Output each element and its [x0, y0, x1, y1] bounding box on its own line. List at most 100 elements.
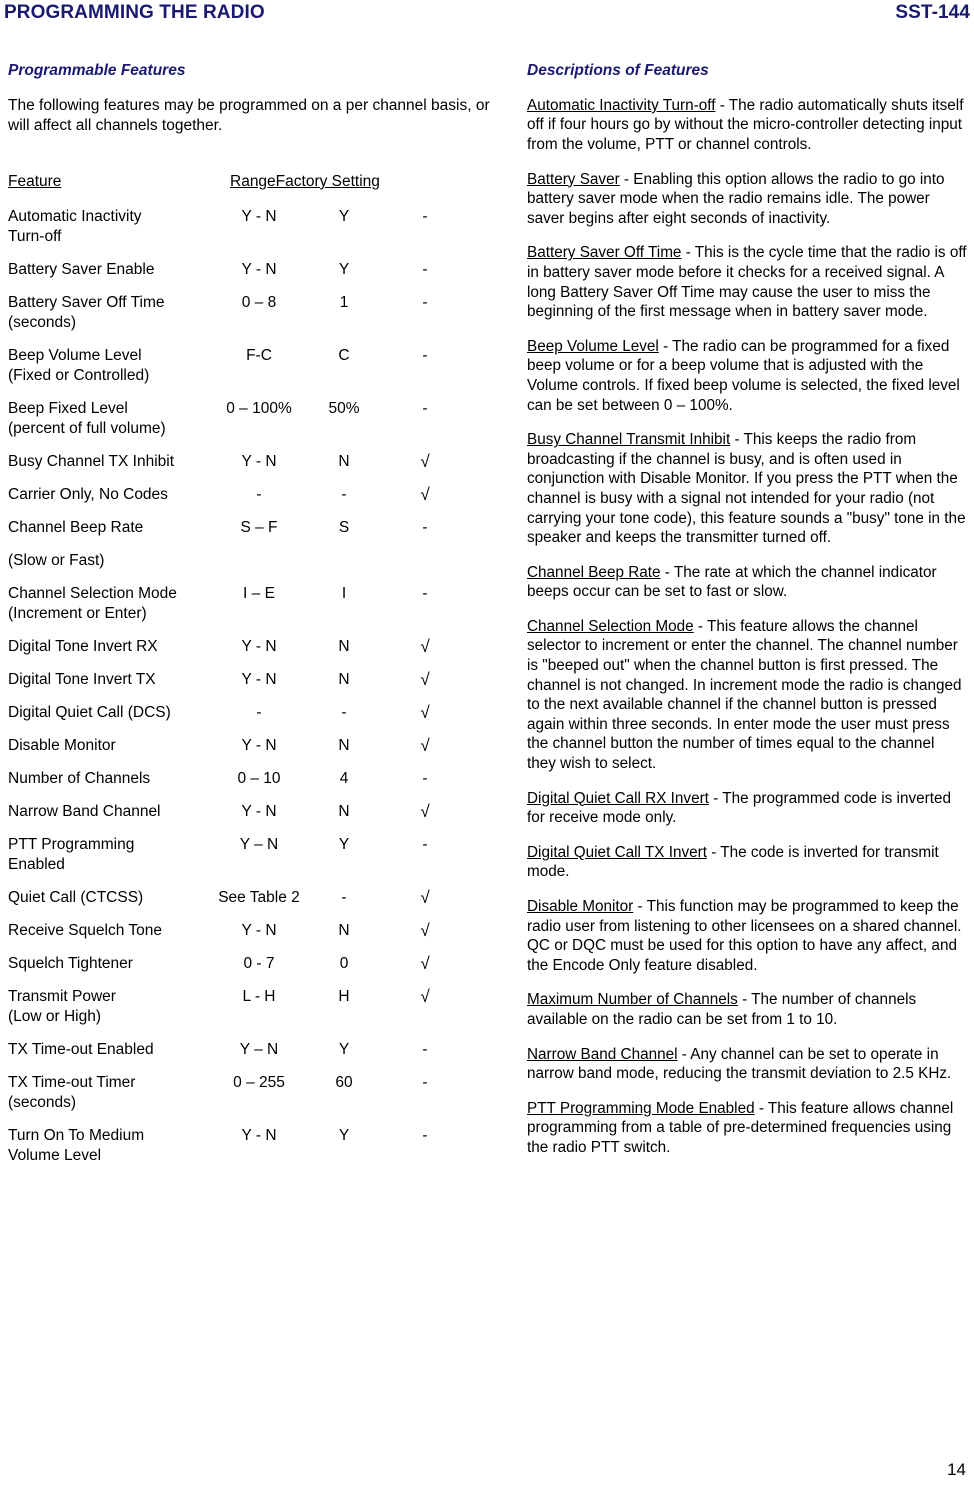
running-head-model: SST-144 [895, 2, 970, 23]
feature-description-term: Beep Volume Level [527, 337, 659, 355]
descriptions-of-features-heading: Descriptions of Features [527, 62, 709, 79]
table-row: TX Time-out Enabled Y – N Y - [8, 1040, 478, 1060]
feature-factory-setting: Y [338, 835, 350, 853]
feature-name: Digital Tone Invert TX [8, 670, 156, 688]
feature-description-term: Automatic Inactivity Turn-off [527, 96, 716, 114]
per-channel-check-icon: √ [420, 702, 430, 722]
feature-description: Digital Quiet Call TX Invert - The code … [527, 843, 967, 882]
feature-range: 0 – 10 [237, 769, 281, 787]
feature-description-text: - This feature allows the channel select… [527, 617, 962, 773]
feature-name: Automatic Inactivity [8, 207, 142, 225]
feature-factory-setting: I [341, 584, 347, 602]
per-channel-check-icon: √ [420, 669, 430, 689]
feature-name-sub: Turn-off [8, 227, 62, 245]
per-channel-dash: - [422, 518, 428, 536]
programmable-features-heading: Programmable Features [8, 62, 186, 79]
feature-range: 0 - 7 [243, 954, 275, 972]
feature-factory-setting: 60 [335, 1073, 353, 1091]
table-row: Battery Saver Off Time (seconds) 0 – 8 1 - [8, 293, 478, 333]
feature-description-term: Channel Beep Rate [527, 563, 661, 581]
feature-description: Automatic Inactivity Turn-off - The radi… [527, 96, 967, 155]
feature-range: Y - N [241, 452, 277, 470]
per-channel-dash: - [422, 835, 428, 853]
table-row: Turn On To Medium Volume Level Y - N Y - [8, 1126, 478, 1166]
table-row: Squelch Tightener 0 - 7 0 √ [8, 954, 478, 974]
table-row: Disable Monitor Y - N N √ [8, 736, 478, 756]
feature-range: 0 – 255 [233, 1073, 285, 1091]
feature-factory-setting: S [338, 518, 350, 536]
feature-name: PTT Programming [8, 835, 135, 853]
per-channel-dash: - [422, 346, 428, 364]
feature-description: Channel Beep Rate - The rate at which th… [527, 563, 967, 602]
table-row: Digital Tone Invert TX Y - N N √ [8, 670, 478, 690]
feature-factory-setting: 50% [328, 399, 360, 417]
feature-factory-setting: N [338, 452, 350, 470]
feature-factory-setting: Y [338, 207, 350, 225]
feature-name-sub: Volume Level [8, 1146, 102, 1164]
programmable-features-table: Feature RangeFactory Setting Automatic I… [8, 172, 478, 1166]
feature-description: Disable Monitor - This function may be p… [527, 897, 967, 975]
feature-name: Turn On To Medium [8, 1126, 145, 1144]
per-channel-check-icon: √ [420, 451, 430, 471]
feature-description: Battery Saver Off Time - This is the cyc… [527, 243, 967, 321]
table-row: Transmit Power (Low or High) L - H H √ [8, 987, 478, 1027]
feature-name: Quiet Call (CTCSS) [8, 888, 144, 906]
feature-name: Narrow Band Channel [8, 802, 161, 820]
feature-range: Y - N [241, 921, 277, 939]
feature-factory-setting: N [338, 670, 350, 688]
feature-factory-setting: Y [338, 1126, 350, 1144]
table-row: PTT Programming Enabled Y – N Y - [8, 835, 478, 875]
feature-name: Battery Saver Enable [8, 260, 155, 278]
feature-range: F-C [246, 346, 272, 364]
feature-name: Beep Fixed Level [8, 399, 128, 417]
table-header-range-factory: RangeFactory Setting [230, 172, 380, 190]
feature-name: Number of Channels [8, 769, 151, 787]
per-channel-check-icon: √ [420, 735, 430, 755]
feature-description-term: Digital Quiet Call TX Invert [527, 843, 707, 861]
feature-factory-setting: - [341, 703, 347, 721]
feature-range: Y - N [241, 260, 277, 278]
feature-range: Y – N [239, 835, 279, 853]
feature-range: Y - N [241, 207, 277, 225]
table-row: Channel Beep Rate S – F S - [8, 518, 478, 538]
feature-name: TX Time-out Timer [8, 1073, 136, 1091]
per-channel-dash: - [422, 584, 428, 602]
table-body: Automatic Inactivity Turn-off Y - N Y - Batte… [8, 207, 478, 1166]
feature-name: Channel Beep Rate [8, 518, 144, 536]
feature-name-standalone-sub: (Slow or Fast) [8, 551, 105, 569]
feature-description: PTT Programming Mode Enabled - This feat… [527, 1099, 967, 1158]
per-channel-dash: - [422, 1073, 428, 1091]
per-channel-dash: - [422, 1126, 428, 1144]
feature-name-sub: (Increment or Enter) [8, 604, 147, 622]
feature-range: Y - N [241, 802, 277, 820]
descriptions-list: Automatic Inactivity Turn-off - The radi… [527, 96, 967, 1158]
per-channel-check-icon: √ [420, 920, 430, 940]
per-channel-dash: - [422, 293, 428, 311]
feature-factory-setting: N [338, 921, 350, 939]
feature-range: See Table 2 [218, 888, 300, 906]
table-header-feature: Feature [8, 172, 62, 190]
left-column: Programmable Features The following feat… [8, 62, 508, 1179]
feature-description-term: PTT Programming Mode Enabled [527, 1099, 755, 1117]
feature-range: L - H [242, 987, 276, 1005]
feature-name-sub: (seconds) [8, 1093, 77, 1111]
table-row: Beep Volume Level (Fixed or Controlled) F-… [8, 346, 478, 386]
feature-description: Maximum Number of Channels - The number … [527, 990, 967, 1029]
feature-name: Beep Volume Level [8, 346, 142, 364]
right-column: Descriptions of Features Automatic Inact… [527, 62, 967, 1173]
table-row: Busy Channel TX Inhibit Y - N N √ [8, 452, 478, 472]
feature-range: Y - N [241, 1126, 277, 1144]
feature-description-term: Battery Saver [527, 170, 620, 188]
feature-factory-setting: Y [338, 1040, 350, 1058]
feature-description-term: Battery Saver Off Time [527, 244, 682, 262]
feature-factory-setting: 1 [339, 293, 349, 311]
table-row: Digital Tone Invert RX Y - N N √ [8, 637, 478, 657]
feature-description: Busy Channel Transmit Inhibit - This kee… [527, 430, 967, 548]
running-head: PROGRAMMING THE RADIO SST-144 [0, 0, 974, 30]
feature-name-sub: (Fixed or Controlled) [8, 366, 150, 384]
per-channel-check-icon: √ [420, 887, 430, 907]
table-row: Narrow Band Channel Y - N N √ [8, 802, 478, 822]
table-row: Digital Quiet Call (DCS) - - √ [8, 703, 478, 723]
table-row: Beep Fixed Level (percent of full volume)… [8, 399, 478, 439]
feature-name-sub: (Low or High) [8, 1007, 102, 1025]
